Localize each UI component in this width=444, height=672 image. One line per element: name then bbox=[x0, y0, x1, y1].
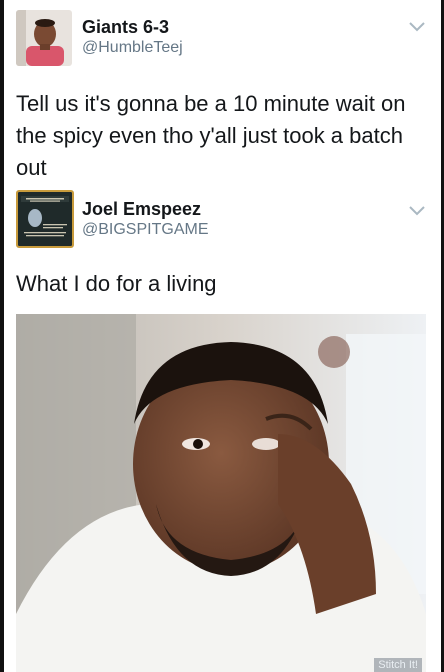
username-handle[interactable]: @BIGSPITGAME bbox=[82, 220, 208, 240]
tweet-header: Joel Emspeez @BIGSPITGAME bbox=[0, 184, 444, 254]
tweet-text: What I do for a living bbox=[16, 271, 217, 296]
tweet-header: Giants 6-3 @HumbleTeej bbox=[0, 0, 444, 70]
tweet-photo[interactable]: Stitch It! bbox=[16, 314, 426, 672]
tweet-card[interactable]: Joel Emspeez @BIGSPITGAME What I do for … bbox=[0, 184, 444, 296]
photo-watermark: Stitch It! bbox=[374, 658, 422, 672]
display-name[interactable]: Joel Emspeez bbox=[82, 198, 208, 220]
author-info[interactable]: Joel Emspeez @BIGSPITGAME bbox=[82, 198, 208, 240]
chevron-down-icon[interactable] bbox=[408, 20, 426, 34]
author-info[interactable]: Giants 6-3 @HumbleTeej bbox=[82, 16, 183, 58]
chevron-down-icon[interactable] bbox=[408, 204, 426, 218]
tweet-text: Tell us it's gonna be a 10 minute wait o… bbox=[16, 91, 406, 180]
username-handle[interactable]: @HumbleTeej bbox=[82, 38, 183, 58]
display-name[interactable]: Giants 6-3 bbox=[82, 16, 183, 38]
screen-border-left bbox=[0, 0, 4, 672]
avatar[interactable] bbox=[16, 190, 74, 248]
avatar[interactable] bbox=[16, 10, 72, 66]
tweet-card[interactable]: Giants 6-3 @HumbleTeej Tell us it's gonn… bbox=[0, 0, 444, 180]
